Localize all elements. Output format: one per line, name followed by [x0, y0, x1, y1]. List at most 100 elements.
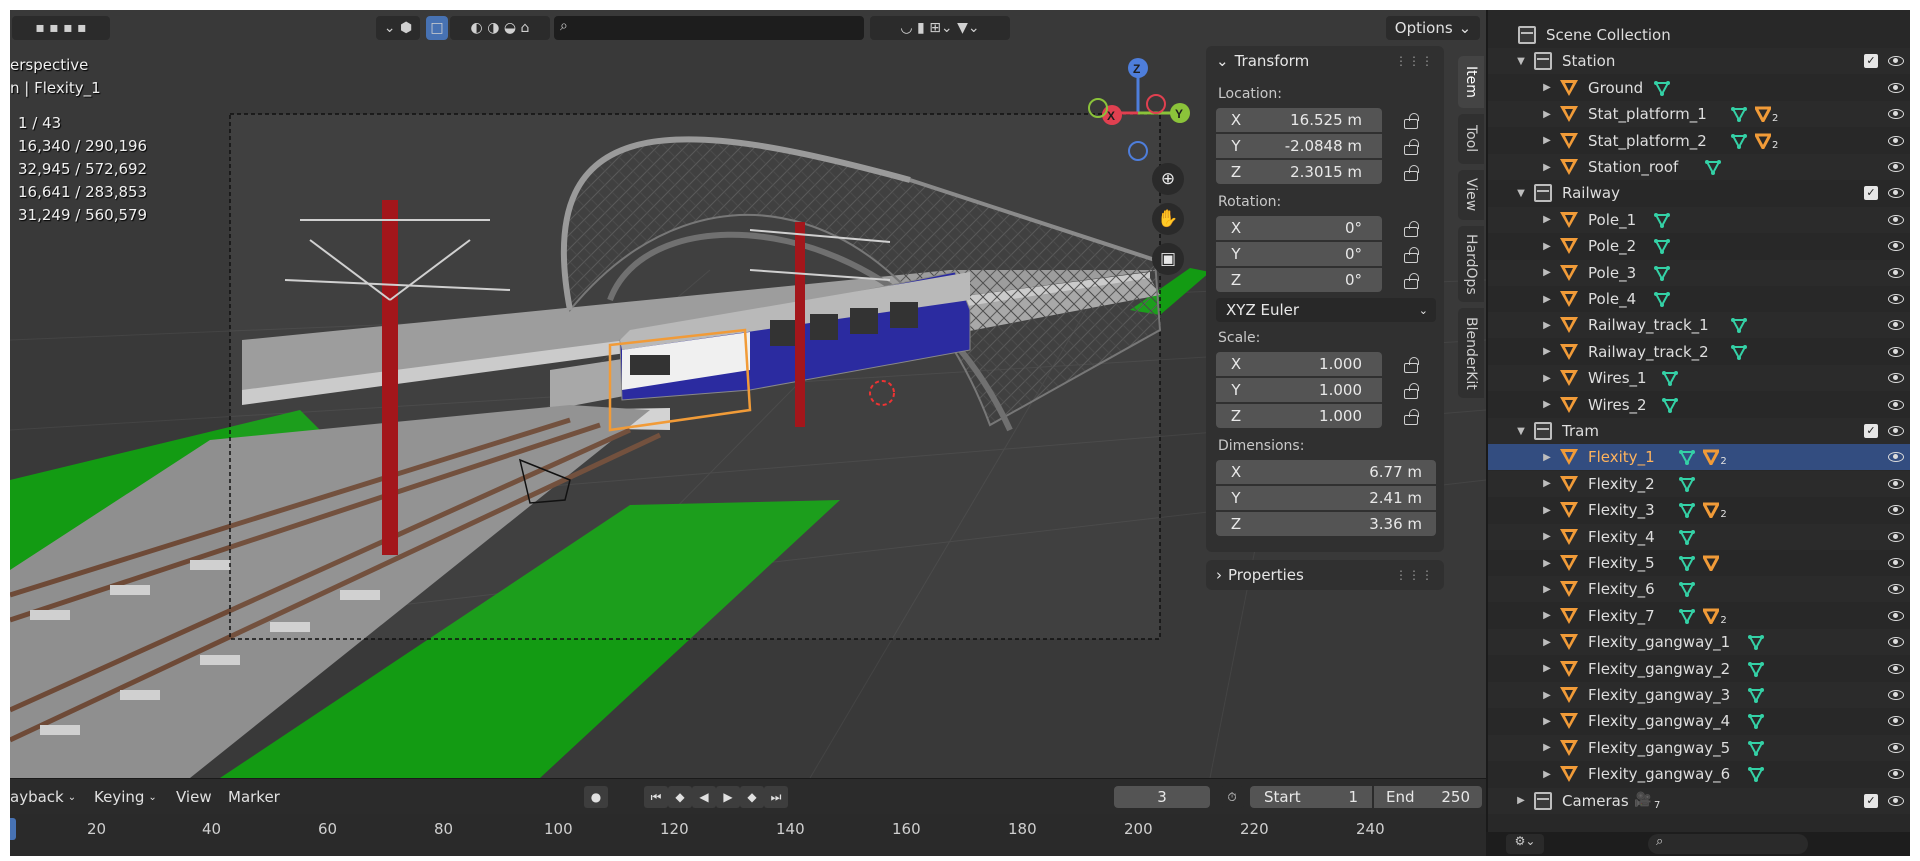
mesh-data-icon[interactable]	[1653, 212, 1670, 228]
visibility-eye-icon[interactable]	[1888, 531, 1904, 542]
exclude-checkbox[interactable]: ✓	[1864, 424, 1878, 438]
outliner-object-row[interactable]: ▶ Pole_1	[1488, 206, 1910, 233]
expand-right-icon[interactable]: ▶	[1540, 769, 1554, 780]
outliner-object-row[interactable]: ▶ Flexity_gangway_5	[1488, 734, 1910, 761]
expand-right-icon[interactable]: ▶	[1540, 505, 1554, 516]
expand-right-icon[interactable]: ▶	[1514, 795, 1528, 806]
outliner-collection-row[interactable]: ▼ Railway ✓	[1488, 180, 1910, 206]
visibility-eye-icon[interactable]	[1888, 584, 1904, 595]
outliner-object-row[interactable]: ▶ Flexity_2	[1488, 470, 1910, 497]
modifier-icon[interactable]	[1701, 502, 1721, 522]
mesh-data-icon[interactable]	[1748, 740, 1765, 756]
mesh-data-icon[interactable]	[1731, 344, 1747, 360]
outliner-object-row[interactable]: ▶ Flexity_4	[1488, 523, 1910, 550]
outliner-object-row[interactable]: ▶ Flexity_gangway_6	[1488, 761, 1910, 787]
visibility-eye-icon[interactable]	[1888, 267, 1904, 278]
lock-icon[interactable]	[1402, 273, 1420, 289]
mesh-data-icon[interactable]	[1748, 634, 1765, 651]
outliner-object-row[interactable]: ▶ Flexity_7 2	[1488, 603, 1910, 629]
expand-right-icon[interactable]: ▶	[1540, 610, 1554, 621]
expand-right-icon[interactable]: ▶	[1540, 162, 1554, 173]
visibility-eye-icon[interactable]	[1888, 637, 1904, 648]
visibility-eye-icon[interactable]	[1888, 346, 1904, 357]
outliner-collection-row[interactable]: ▼ Tram ✓	[1488, 418, 1910, 444]
mesh-data-icon[interactable]	[1679, 555, 1696, 572]
visibility-eye-icon[interactable]	[1888, 505, 1904, 516]
timeline-ruler[interactable]: 20 40 60 80 100 120 140 160 180 200 220 …	[10, 814, 1486, 856]
visibility-eye-icon[interactable]	[1888, 241, 1904, 252]
mesh-data-icon[interactable]	[1748, 766, 1765, 783]
drag-handle-icon[interactable]: ⋮⋮⋮	[1395, 568, 1434, 582]
lock-icon[interactable]	[1402, 139, 1420, 155]
outliner-object-row[interactable]: ▶ Pole_4	[1488, 286, 1910, 312]
next-keyframe-icon[interactable]: ◆	[740, 786, 764, 808]
camera-view-icon[interactable]: ▣	[1152, 243, 1184, 275]
mesh-data-icon[interactable]	[1748, 661, 1765, 677]
modifier-icon[interactable]	[1701, 449, 1721, 469]
jump-start-icon[interactable]: ⏮	[644, 786, 668, 808]
record-icon[interactable]: ●	[584, 786, 608, 808]
expand-right-icon[interactable]: ▶	[1540, 558, 1554, 569]
expand-right-icon[interactable]: ▶	[1540, 346, 1554, 357]
scale-x-field[interactable]: X 1.000	[1216, 352, 1382, 376]
mesh-data-icon[interactable]	[1679, 449, 1696, 466]
outliner-object-row[interactable]: ▶ Pole_2	[1488, 233, 1910, 259]
rotation-z-field[interactable]: Z 0°	[1216, 268, 1382, 292]
modifier-icon[interactable]	[1701, 555, 1721, 575]
visibility-eye-icon[interactable]	[1888, 426, 1904, 436]
visibility-eye-icon[interactable]	[1888, 795, 1904, 806]
outliner-object-row[interactable]: ▶ Flexity_1 2	[1488, 444, 1910, 471]
expand-right-icon[interactable]: ▶	[1540, 320, 1554, 331]
visibility-eye-icon[interactable]	[1888, 135, 1904, 146]
start-frame-field[interactable]: Start 1	[1250, 786, 1372, 808]
outliner-object-row[interactable]: ▶ Flexity_3 2	[1488, 497, 1910, 523]
mesh-data-icon[interactable]	[1679, 608, 1696, 624]
stopwatch-icon[interactable]: ⏱	[1220, 786, 1244, 808]
expand-down-icon[interactable]: ▼	[1514, 188, 1528, 199]
outliner-object-row[interactable]: ▶ Stat_platform_2 2	[1488, 128, 1910, 154]
outliner-object-row[interactable]: ▶ Stat_platform_1 2	[1488, 101, 1910, 128]
expand-right-icon[interactable]: ▶	[1540, 716, 1554, 727]
exclude-checkbox[interactable]: ✓	[1864, 793, 1878, 808]
mesh-data-icon[interactable]	[1731, 317, 1747, 334]
zoom-icon[interactable]: ⊕	[1152, 163, 1184, 195]
shading-mode-buttons[interactable]: ◐ ◑ ◒ ⌂	[450, 16, 550, 40]
expand-down-icon[interactable]: ▼	[1514, 426, 1528, 437]
visibility-eye-icon[interactable]	[1888, 690, 1904, 700]
visibility-eye-icon[interactable]	[1888, 320, 1904, 331]
lock-icon[interactable]	[1402, 409, 1420, 425]
visibility-eye-icon[interactable]	[1888, 56, 1904, 67]
end-frame-field[interactable]: End 250	[1374, 786, 1482, 808]
outliner-object-row[interactable]: ▶ Flexity_5	[1488, 550, 1910, 576]
visibility-eye-icon[interactable]	[1888, 716, 1904, 727]
3d-viewport[interactable]: Z Y X ▪ ▪ ▪ ▪ ⌄ ⬢ □ ◐ ◑ ◒ ⌂ ⌕ ◡ ▮ ⊞⌄ ▼⌄ …	[10, 10, 1486, 778]
outliner-object-row[interactable]: ▶ Flexity_gangway_1	[1488, 629, 1910, 656]
visibility-eye-icon[interactable]	[1888, 294, 1904, 304]
expand-right-icon[interactable]: ▶	[1540, 637, 1554, 648]
visibility-eye-icon[interactable]	[1888, 399, 1904, 410]
drag-handle-icon[interactable]: ⋮⋮⋮	[1395, 54, 1434, 68]
mesh-data-icon[interactable]	[1653, 291, 1670, 308]
location-z-field[interactable]: Z 2.3015 m	[1216, 160, 1382, 184]
object-type-visibility[interactable]: ⌄ ⬢	[376, 16, 420, 40]
visibility-eye-icon[interactable]	[1888, 188, 1904, 199]
expand-right-icon[interactable]: ▶	[1540, 531, 1554, 542]
outliner-search-input[interactable]: ⌕	[1648, 834, 1808, 854]
lock-icon[interactable]	[1402, 383, 1420, 399]
mesh-data-icon[interactable]	[1679, 502, 1696, 519]
visibility-eye-icon[interactable]	[1888, 452, 1904, 463]
current-frame-field[interactable]: 3	[1114, 786, 1210, 808]
mesh-data-icon[interactable]	[1679, 581, 1696, 598]
location-y-field[interactable]: Y -2.0848 m	[1216, 134, 1382, 158]
lock-icon[interactable]	[1402, 165, 1420, 181]
expand-down-icon[interactable]: ▼	[1514, 56, 1528, 67]
outliner-object-row[interactable]: ▶ Railway_track_1	[1488, 312, 1910, 339]
outliner-object-row[interactable]: ▶ Flexity_6	[1488, 576, 1910, 603]
mesh-data-icon[interactable]	[1748, 713, 1765, 730]
expand-right-icon[interactable]: ▶	[1540, 294, 1554, 305]
filter-dropdown[interactable]: ⚙⌄	[1506, 834, 1544, 854]
mesh-data-icon[interactable]	[1731, 106, 1747, 123]
playback-menu[interactable]: ayback ⌄	[10, 786, 76, 808]
expand-right-icon[interactable]: ▶	[1540, 663, 1554, 674]
scale-y-field[interactable]: Y 1.000	[1216, 378, 1382, 402]
